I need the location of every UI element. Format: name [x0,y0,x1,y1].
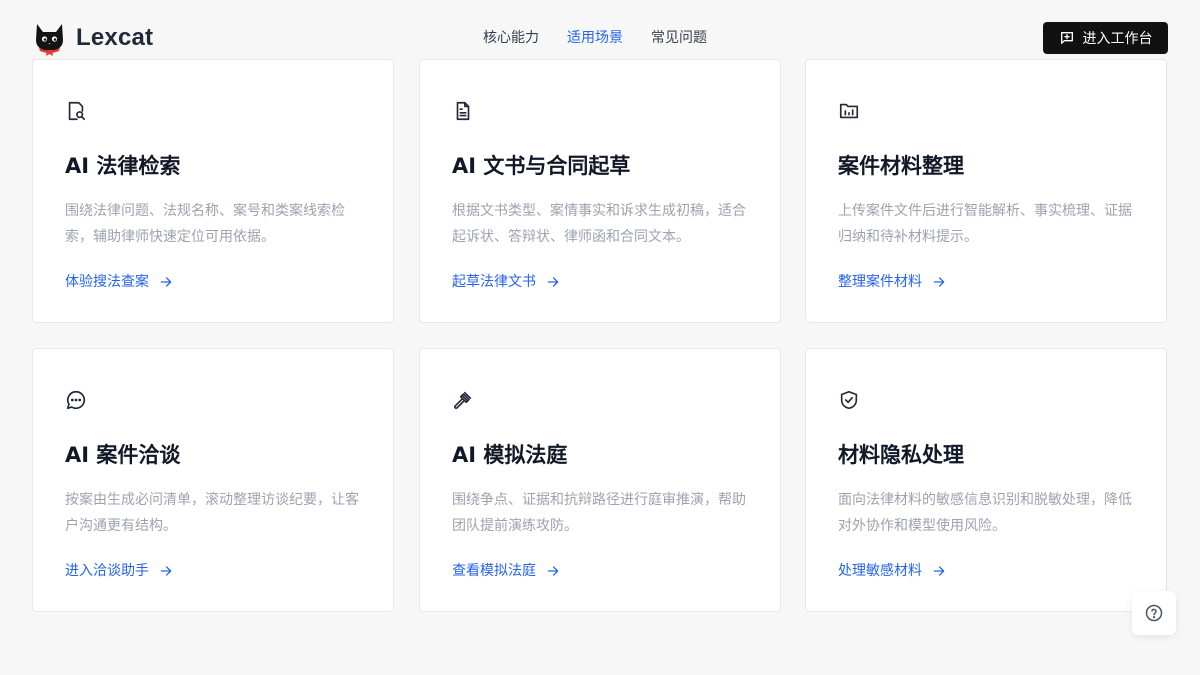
folder-chart-icon [838,100,860,122]
nav-core-capabilities[interactable]: 核心能力 [483,28,539,48]
card-title: AI 文书与合同起草 [452,154,631,178]
card-link-label: 进入洽谈助手 [65,563,149,579]
feature-card-privacy-processing: 材料隐私处理 面向法律材料的敏感信息识别和脱敏处理，降低对外协作和模型使用风险。… [805,348,1167,612]
card-description: 面向法律材料的敏感信息识别和脱敏处理，降低对外协作和模型使用风险。 [838,492,1132,534]
arrow-right-icon [547,566,559,576]
feature-card-case-materials: 案件材料整理 上传案件文件后进行智能解析、事实梳理、证据归纳和待补材料提示。 整… [805,59,1167,323]
enter-workspace-label: 进入工作台 [1082,30,1153,46]
brand-name: Lexcat [76,24,154,51]
card-description: 按案由生成必问清单，滚动整理访谈纪要，让客户沟通更有结构。 [65,492,359,534]
help-circle-icon [1145,604,1163,622]
nav-faq[interactable]: 常见问题 [651,28,707,48]
black-cat-logo [36,24,63,56]
card-description: 上传案件文件后进行智能解析、事实梳理、证据归纳和待补材料提示。 [838,203,1132,245]
card-description: 围绕法律问题、法规名称、案号和类案线索检索，辅助律师快速定位可用依据。 [65,203,345,245]
nav-use-cases[interactable]: 适用场景 [567,28,623,48]
card-title: AI 法律检索 [65,154,181,178]
document-search-icon [65,100,87,122]
card-link-label: 整理案件材料 [838,274,922,290]
help-button[interactable] [1132,591,1176,635]
brand[interactable]: Lexcat [33,20,153,56]
shield-check-icon [838,389,860,411]
card-description: 根据文书类型、案情事实和诉求生成初稿，适合起诉状、答辩状、律师函和合同文本。 [452,203,746,245]
card-link-case-materials[interactable]: 整理案件材料 [838,272,946,292]
card-title: 材料隐私处理 [838,443,964,467]
card-link-label: 查看模拟法庭 [452,563,536,579]
card-title: 案件材料整理 [838,154,964,178]
arrow-right-icon [547,277,559,287]
feature-card-document-drafting: AI 文书与合同起草 根据文书类型、案情事实和诉求生成初稿，适合起诉状、答辩状、… [419,59,781,323]
card-link-legal-search[interactable]: 体验搜法查案 [65,272,173,292]
arrow-right-icon [160,277,172,287]
feature-card-case-consultation: AI 案件洽谈 按案由生成必问清单，滚动整理访谈纪要，让客户沟通更有结构。 进入… [32,348,394,612]
card-link-label: 体验搜法查案 [65,274,149,290]
card-link-case-consultation[interactable]: 进入洽谈助手 [65,561,173,581]
card-title: AI 模拟法庭 [452,443,568,467]
card-link-mock-court[interactable]: 查看模拟法庭 [452,561,560,581]
card-link-document-drafting[interactable]: 起草法律文书 [452,272,560,292]
document-text-icon [452,100,474,122]
enter-workspace-button[interactable]: 进入工作台 [1043,22,1168,54]
message-plus-icon [1060,31,1073,44]
arrow-right-icon [933,566,945,576]
gavel-icon [452,389,474,411]
feature-card-mock-court: AI 模拟法庭 围绕争点、证据和抗辩路径进行庭审推演，帮助团队提前演练攻防。 查… [419,348,781,612]
arrow-right-icon [160,566,172,576]
arrow-right-icon [933,277,945,287]
card-description: 围绕争点、证据和抗辩路径进行庭审推演，帮助团队提前演练攻防。 [452,492,746,534]
card-link-label: 起草法律文书 [452,274,536,290]
feature-card-legal-search: AI 法律检索 围绕法律问题、法规名称、案号和类案线索检索，辅助律师快速定位可用… [32,59,394,323]
card-link-privacy-processing[interactable]: 处理敏感材料 [838,561,946,581]
main-nav: 核心能力 适用场景 常见问题 [483,28,707,48]
chat-bubble-icon [65,389,87,411]
card-title: AI 案件洽谈 [65,443,181,467]
card-link-label: 处理敏感材料 [838,563,922,579]
